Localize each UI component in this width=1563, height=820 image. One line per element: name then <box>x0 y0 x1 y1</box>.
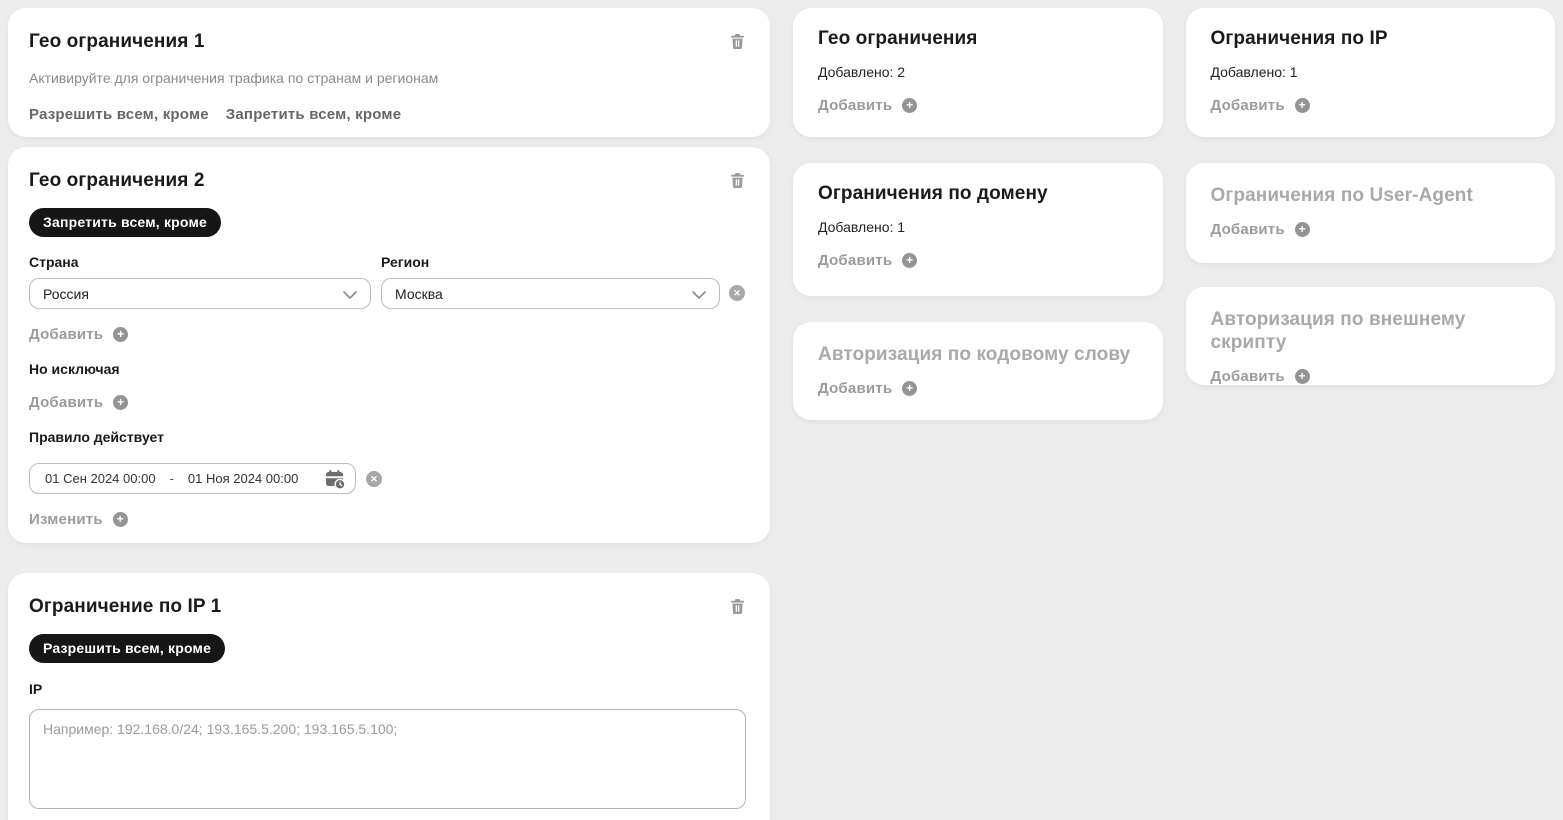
card-title: Авторизация по внешнему скрипту <box>1211 308 1531 354</box>
add-label: Добавить <box>1211 97 1285 114</box>
card-title: Гео ограничения 2 <box>29 169 205 192</box>
added-count: Добавлено: 1 <box>818 219 1138 235</box>
mode-badge: Запретить всем, кроме <box>29 208 221 237</box>
edit-period-label: Изменить <box>29 511 103 528</box>
codeword-auth-summary-card: Авторизация по кодовому слову Добавить + <box>793 322 1163 420</box>
add-external-script-auth-button[interactable]: Добавить + <box>1211 368 1310 385</box>
remove-row-button[interactable]: ✕ <box>729 285 745 301</box>
add-exclusion-label: Добавить <box>29 394 103 411</box>
delete-button[interactable] <box>729 32 746 54</box>
card-title: Авторизация по кодовому слову <box>818 343 1138 366</box>
but-excluding-label: Но исключая <box>29 361 746 377</box>
country-region-row: Страна Россия Регион Москва <box>29 254 746 309</box>
remove-period-button[interactable]: ✕ <box>366 471 382 487</box>
region-field: Регион Москва <box>381 254 720 309</box>
add-label: Добавить <box>1211 221 1285 238</box>
user-agent-restrictions-summary-card: Ограничения по User-Agent Добавить + <box>1186 163 1556 263</box>
plus-icon: + <box>113 395 128 410</box>
country-select[interactable]: Россия <box>29 278 371 309</box>
calendar-clock-icon <box>324 468 346 490</box>
date-from-value: 01 Сен 2024 00:00 <box>45 471 156 486</box>
add-exclusion-button[interactable]: Добавить + <box>29 394 128 411</box>
region-label: Регион <box>381 254 720 270</box>
plus-icon: + <box>1295 369 1310 384</box>
plus-icon: + <box>902 381 917 396</box>
plus-icon: + <box>902 98 917 113</box>
add-user-agent-restriction-button[interactable]: Добавить + <box>1211 221 1310 238</box>
card-header: Гео ограничения 2 <box>29 169 746 193</box>
delete-button[interactable] <box>729 171 746 193</box>
card-description: Активируйте для ограничения трафика по с… <box>29 70 746 87</box>
deny-all-except-option[interactable]: Запретить всем, кроме <box>226 106 401 123</box>
external-script-auth-summary-card: Авторизация по внешнему скрипту Добавить… <box>1186 287 1556 385</box>
trash-icon <box>731 176 744 191</box>
card-title: Гео ограничения <box>818 27 1138 50</box>
add-country-button[interactable]: Добавить + <box>29 326 128 343</box>
allow-all-except-option[interactable]: Разрешить всем, кроме <box>29 106 209 123</box>
chevron-down-icon <box>692 286 706 302</box>
ip-restrictions-summary-card: Ограничения по IP Добавлено: 1 Добавить … <box>1186 8 1556 137</box>
add-codeword-auth-button[interactable]: Добавить + <box>818 380 917 397</box>
plus-icon: + <box>1295 222 1310 237</box>
country-select-value: Россия <box>43 286 89 302</box>
add-ip-restriction-button[interactable]: Добавить + <box>1211 97 1310 114</box>
added-count: Добавлено: 1 <box>1211 64 1531 80</box>
chevron-down-icon <box>343 286 357 302</box>
country-field: Страна Россия <box>29 254 371 309</box>
add-domain-restriction-button[interactable]: Добавить + <box>818 252 917 269</box>
trash-icon <box>731 37 744 52</box>
restriction-types-column-1: Гео ограничения Добавлено: 2 Добавить + … <box>793 8 1163 420</box>
mode-badge: Разрешить всем, кроме <box>29 634 225 663</box>
add-country-label: Добавить <box>29 326 103 343</box>
restrictions-settings-page: Гео ограничения 1 Активируйте для ограни… <box>0 0 1563 820</box>
region-select[interactable]: Москва <box>381 278 720 309</box>
ip-restriction-1-card: Ограничение по IP 1 Разрешить всем, кром… <box>8 573 770 820</box>
edit-period-button[interactable]: Изменить + <box>29 511 128 528</box>
region-select-value: Москва <box>395 286 443 302</box>
card-title: Ограничения по домену <box>818 182 1138 205</box>
plus-icon: + <box>1295 98 1310 113</box>
domain-restrictions-summary-card: Ограничения по домену Добавлено: 1 Добав… <box>793 163 1163 296</box>
plus-icon: + <box>113 512 128 527</box>
mode-options: Разрешить всем, кроме Запретить всем, кр… <box>29 106 746 123</box>
added-count: Добавлено: 2 <box>818 64 1138 80</box>
geo-restrictions-summary-card: Гео ограничения Добавлено: 2 Добавить + <box>793 8 1163 137</box>
date-range-input[interactable]: 01 Сен 2024 00:00 - 01 Ноя 2024 00:00 <box>29 463 356 494</box>
date-separator: - <box>170 471 174 486</box>
ip-label: IP <box>29 681 746 697</box>
add-label: Добавить <box>818 252 892 269</box>
trash-icon <box>731 602 744 617</box>
card-title: Ограничения по User-Agent <box>1211 184 1531 207</box>
add-geo-restriction-button[interactable]: Добавить + <box>818 97 917 114</box>
geo-restriction-2-card: Гео ограничения 2 Запретить всем, кроме <box>8 147 770 543</box>
rule-period-row: 01 Сен 2024 00:00 - 01 Ноя 2024 00:00 <box>29 463 746 494</box>
card-header: Гео ограничения 1 <box>29 30 746 54</box>
card-title: Ограничения по IP <box>1211 27 1531 50</box>
ip-list-input[interactable] <box>29 709 746 809</box>
add-label: Добавить <box>1211 368 1285 385</box>
restriction-types-column-2: Ограничения по IP Добавлено: 1 Добавить … <box>1186 8 1556 385</box>
delete-button[interactable] <box>729 597 746 619</box>
plus-icon: + <box>902 253 917 268</box>
country-label: Страна <box>29 254 371 270</box>
date-to-value: 01 Ноя 2024 00:00 <box>188 471 298 486</box>
rule-active-label: Правило действует <box>29 429 746 445</box>
card-header: Ограничение по IP 1 <box>29 595 746 619</box>
geo-restriction-1-card: Гео ограничения 1 Активируйте для ограни… <box>8 8 770 137</box>
card-title: Ограничение по IP 1 <box>29 595 221 618</box>
add-label: Добавить <box>818 380 892 397</box>
active-rules-column: Гео ограничения 1 Активируйте для ограни… <box>8 8 770 820</box>
card-title: Гео ограничения 1 <box>29 30 205 53</box>
plus-icon: + <box>113 327 128 342</box>
add-label: Добавить <box>818 97 892 114</box>
